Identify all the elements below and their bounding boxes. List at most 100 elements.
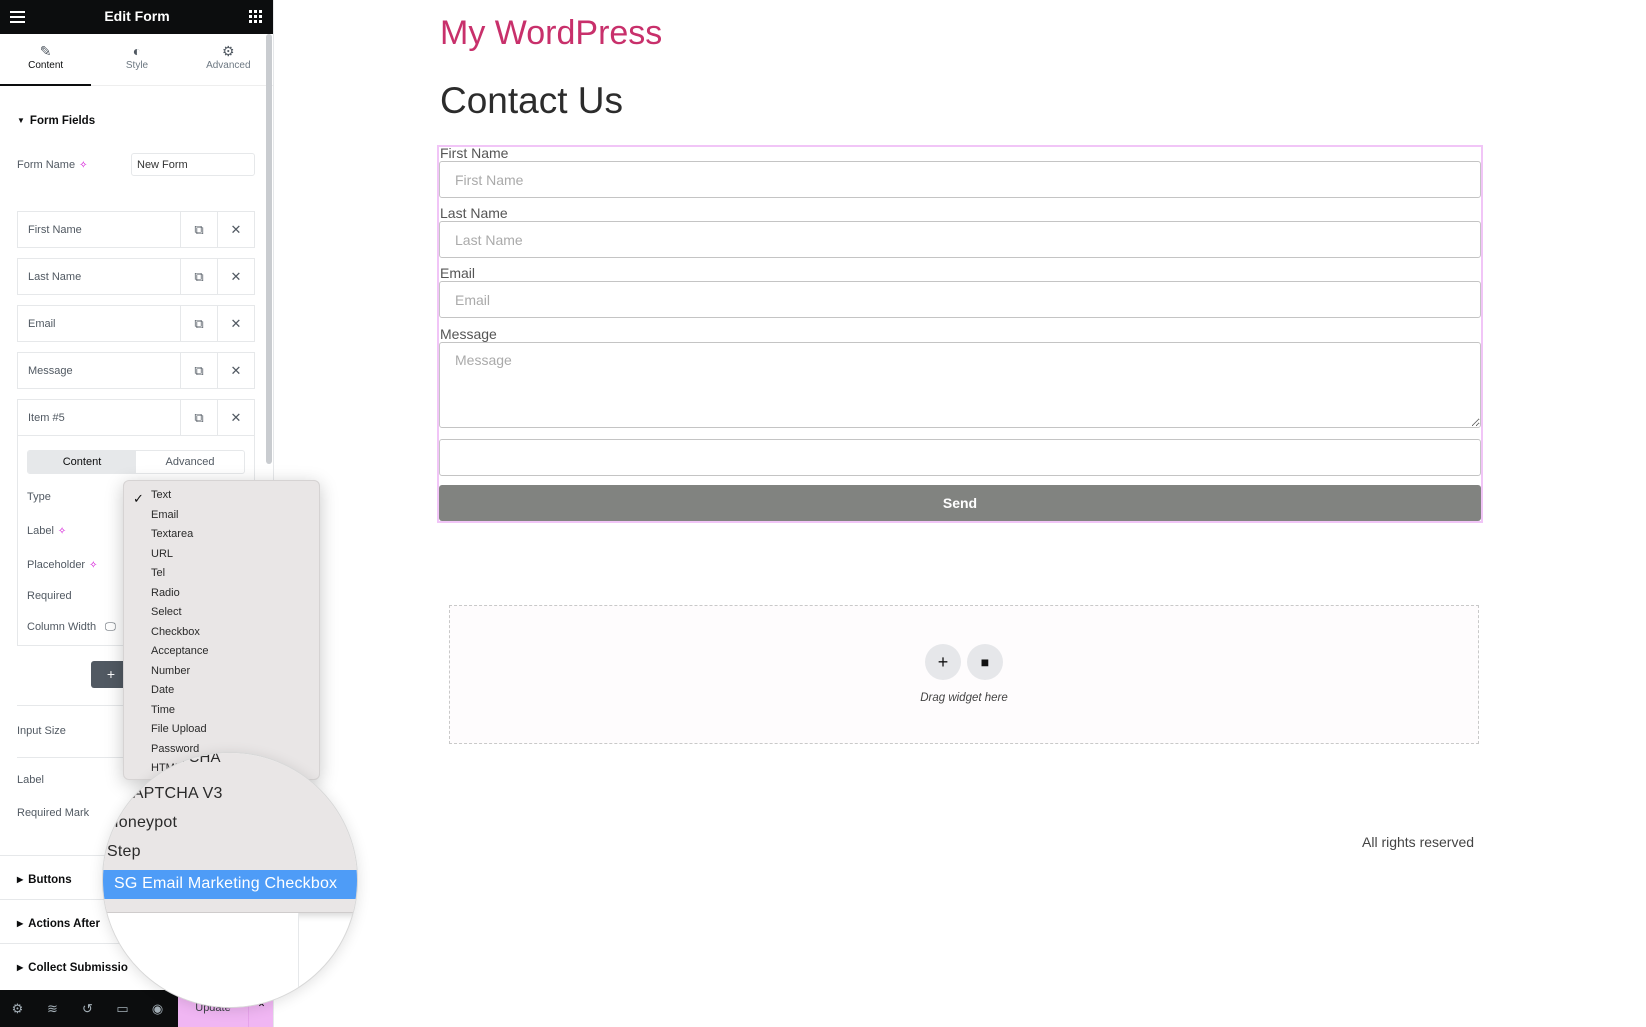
field-row-message[interactable]: Message ⧉ ✕: [17, 352, 255, 389]
form-name-input[interactable]: [131, 153, 255, 176]
remove-icon[interactable]: ✕: [217, 212, 254, 247]
half-circle-icon: ◐: [132, 43, 142, 59]
magnifier-lens: HTML CHA CAPTCHA V3 Honeypot Step SG Ema…: [102, 752, 358, 1008]
send-button[interactable]: Send: [439, 485, 1481, 521]
type-option-url[interactable]: URL: [151, 548, 173, 560]
duplicate-icon[interactable]: ⧉: [180, 212, 217, 247]
remove-icon[interactable]: ✕: [217, 353, 254, 388]
panel-scrollbar[interactable]: [266, 34, 272, 464]
caret-right-icon: ▶: [17, 875, 24, 884]
remove-icon[interactable]: ✕: [217, 306, 254, 341]
duplicate-icon[interactable]: ⧉: [180, 259, 217, 294]
message-textarea[interactable]: [439, 342, 1481, 428]
field-row-label[interactable]: Message: [18, 353, 180, 388]
caret-down-icon: ▼: [17, 116, 25, 125]
input-size-label: Input Size: [17, 725, 66, 737]
required-mark-label: Required Mark: [17, 807, 90, 819]
item-tab-advanced[interactable]: Advanced: [136, 451, 244, 473]
tab-style[interactable]: ◐ Style: [91, 34, 182, 85]
email-input[interactable]: [439, 281, 1481, 318]
type-option-radio[interactable]: Radio: [151, 587, 180, 599]
site-title[interactable]: My WordPress: [440, 14, 662, 53]
panel-title: Edit Form: [104, 8, 170, 24]
first-name-input[interactable]: [439, 161, 1481, 198]
remove-icon[interactable]: ✕: [217, 259, 254, 294]
type-option-checkbox[interactable]: Checkbox: [151, 626, 200, 638]
caret-right-icon: ▶: [17, 963, 24, 972]
field-row-label[interactable]: Last Name: [18, 259, 180, 294]
tab-advanced-label: Advanced: [206, 60, 251, 71]
pencil-icon: ✎: [39, 43, 52, 59]
add-widget-plus-icon[interactable]: +: [925, 644, 961, 680]
tab-content-label: Content: [28, 60, 64, 71]
gear-icon: ⚙: [222, 43, 235, 59]
placeholder-label: Placeholder ✧: [27, 559, 98, 571]
widgets-grid-icon[interactable]: [249, 10, 262, 23]
history-icon[interactable]: ↺: [70, 1001, 105, 1017]
last-name-input[interactable]: [439, 221, 1481, 258]
email-label: Email: [440, 265, 476, 281]
section-form-fields[interactable]: ▼ Form Fields: [17, 115, 95, 127]
magnified-panel-area: [103, 913, 299, 1007]
ai-sparkle-icon[interactable]: ✧: [79, 160, 87, 171]
magnified-option-partial: HTML CHA: [143, 752, 221, 766]
field-row-first-name[interactable]: First Name ⧉ ✕: [17, 211, 255, 248]
duplicate-icon[interactable]: ⧉: [180, 400, 217, 435]
type-option-tel[interactable]: Tel: [151, 567, 165, 579]
label-toggle-label: Label: [17, 774, 44, 786]
tab-advanced[interactable]: ⚙ Advanced: [183, 34, 273, 85]
remove-icon[interactable]: ✕: [217, 400, 254, 435]
template-folder-icon[interactable]: ■: [967, 644, 1003, 680]
page-title: Contact Us: [440, 80, 624, 121]
magnified-option-sg-email-marketing-checkbox[interactable]: SG Email Marketing Checkbox: [103, 870, 357, 899]
type-dropdown-menu: ✓ Text Email Textarea URL Tel Radio Select Chec…: [123, 480, 320, 780]
duplicate-icon[interactable]: ⧉: [180, 306, 217, 341]
checkmark-icon: ✓: [133, 491, 144, 506]
type-option-date[interactable]: Date: [151, 684, 174, 696]
type-option-email[interactable]: Email: [151, 509, 179, 521]
field-row-label[interactable]: First Name: [18, 212, 180, 247]
message-label: Message: [440, 326, 497, 342]
field-row-label[interactable]: Email: [18, 306, 180, 341]
magnified-dropdown: HTML CHA CAPTCHA V3 Honeypot Step SG Ema…: [103, 752, 357, 913]
tab-content[interactable]: ✎ Content: [0, 34, 92, 86]
field-row-last-name[interactable]: Last Name ⧉ ✕: [17, 258, 255, 295]
field-row-label[interactable]: Item #5: [18, 400, 180, 435]
required-label: Required: [27, 590, 72, 602]
section-buttons[interactable]: ▶ Buttons: [17, 874, 72, 886]
type-option-select[interactable]: Select: [151, 606, 182, 618]
duplicate-icon[interactable]: ⧉: [180, 353, 217, 388]
type-option-time[interactable]: Time: [151, 704, 175, 716]
drop-zone-hint: Drag widget here: [920, 692, 1008, 704]
item-5-input[interactable]: [439, 439, 1481, 476]
magnified-option-step[interactable]: Step: [107, 843, 141, 861]
layers-icon[interactable]: ≋: [35, 1001, 70, 1017]
item-tab-content[interactable]: Content: [28, 451, 136, 473]
type-label: Type: [27, 491, 51, 503]
caret-right-icon: ▶: [17, 919, 24, 928]
ai-sparkle-icon[interactable]: ✧: [89, 560, 97, 571]
panel-header: Edit Form: [0, 0, 273, 34]
magnified-option-honeypot[interactable]: Honeypot: [107, 814, 177, 832]
label-label: Label ✧: [27, 525, 67, 537]
item-tabs: Content Advanced: [27, 450, 245, 474]
last-name-label: Last Name: [440, 205, 508, 221]
type-option-textarea[interactable]: Textarea: [151, 528, 193, 540]
desktop-icon[interactable]: 🖵: [105, 621, 116, 633]
footer-copyright: All rights reserved: [1362, 834, 1475, 850]
settings-gear-icon[interactable]: ⚙: [0, 1001, 35, 1017]
magnified-option-captcha-v3[interactable]: CAPTCHA V3: [121, 785, 223, 803]
section-actions-after[interactable]: ▶ Actions After: [17, 918, 100, 930]
ai-sparkle-icon[interactable]: ✧: [58, 526, 66, 537]
panel-tabs: ✎ Content ◐ Style ⚙ Advanced: [0, 34, 273, 86]
type-option-file-upload[interactable]: File Upload: [151, 723, 207, 735]
first-name-label: First Name: [440, 145, 509, 161]
type-option-acceptance[interactable]: Acceptance: [151, 645, 208, 657]
tab-style-label: Style: [125, 60, 149, 71]
type-option-number[interactable]: Number: [151, 665, 190, 677]
widget-drop-zone[interactable]: [449, 605, 1479, 744]
field-row-email[interactable]: Email ⧉ ✕: [17, 305, 255, 342]
field-row-item-5[interactable]: Item #5 ⧉ ✕: [17, 399, 255, 436]
type-option-text[interactable]: Text: [151, 489, 171, 501]
column-width-label: Column Width 🖵: [27, 621, 116, 633]
